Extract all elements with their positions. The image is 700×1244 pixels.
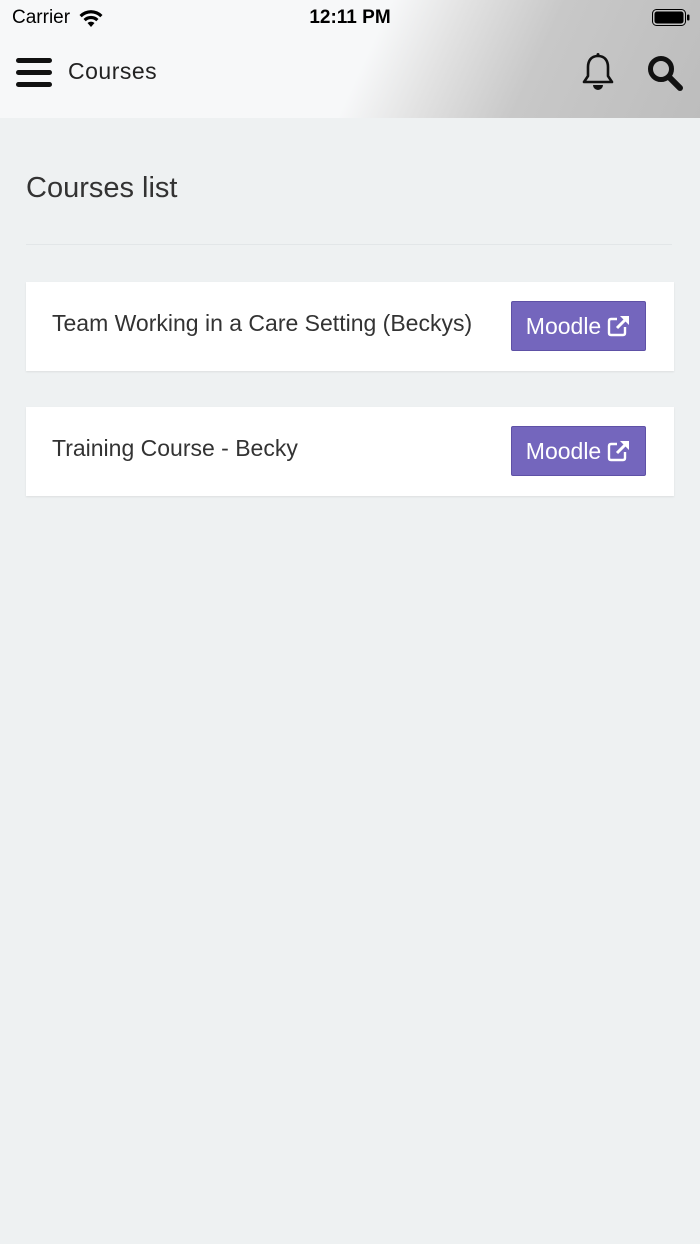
course-name: Team Working in a Care Setting (Beckys) [52,310,473,336]
menu-icon [16,58,52,63]
search-icon[interactable] [646,54,684,92]
course-name: Training Course - Becky [52,435,298,461]
course-card: Training Course - Becky Moodle [26,407,674,496]
moodle-button[interactable]: Moodle [511,301,646,351]
courses-list-heading: Courses list [26,172,178,204]
bell-icon[interactable] [580,52,616,92]
menu-button[interactable] [16,58,52,92]
nav-bar: Courses [0,40,700,106]
course-card: Team Working in a Care Setting (Beckys) … [26,282,674,371]
moodle-button-label: Moodle [525,437,602,464]
main-content: Courses list Team Working in a Care Sett… [0,118,700,1244]
battery-icon [652,9,690,26]
app-header: Carrier 12:11 PM Courses [0,0,700,118]
divider [26,244,672,245]
moodle-button-label: Moodle [525,312,602,339]
status-bar: Carrier 12:11 PM [0,0,700,36]
moodle-button[interactable]: Moodle [511,426,646,476]
page-title: Courses [68,58,158,84]
external-link-icon [608,440,630,462]
status-time: 12:11 PM [309,7,391,28]
external-link-icon [608,315,630,337]
